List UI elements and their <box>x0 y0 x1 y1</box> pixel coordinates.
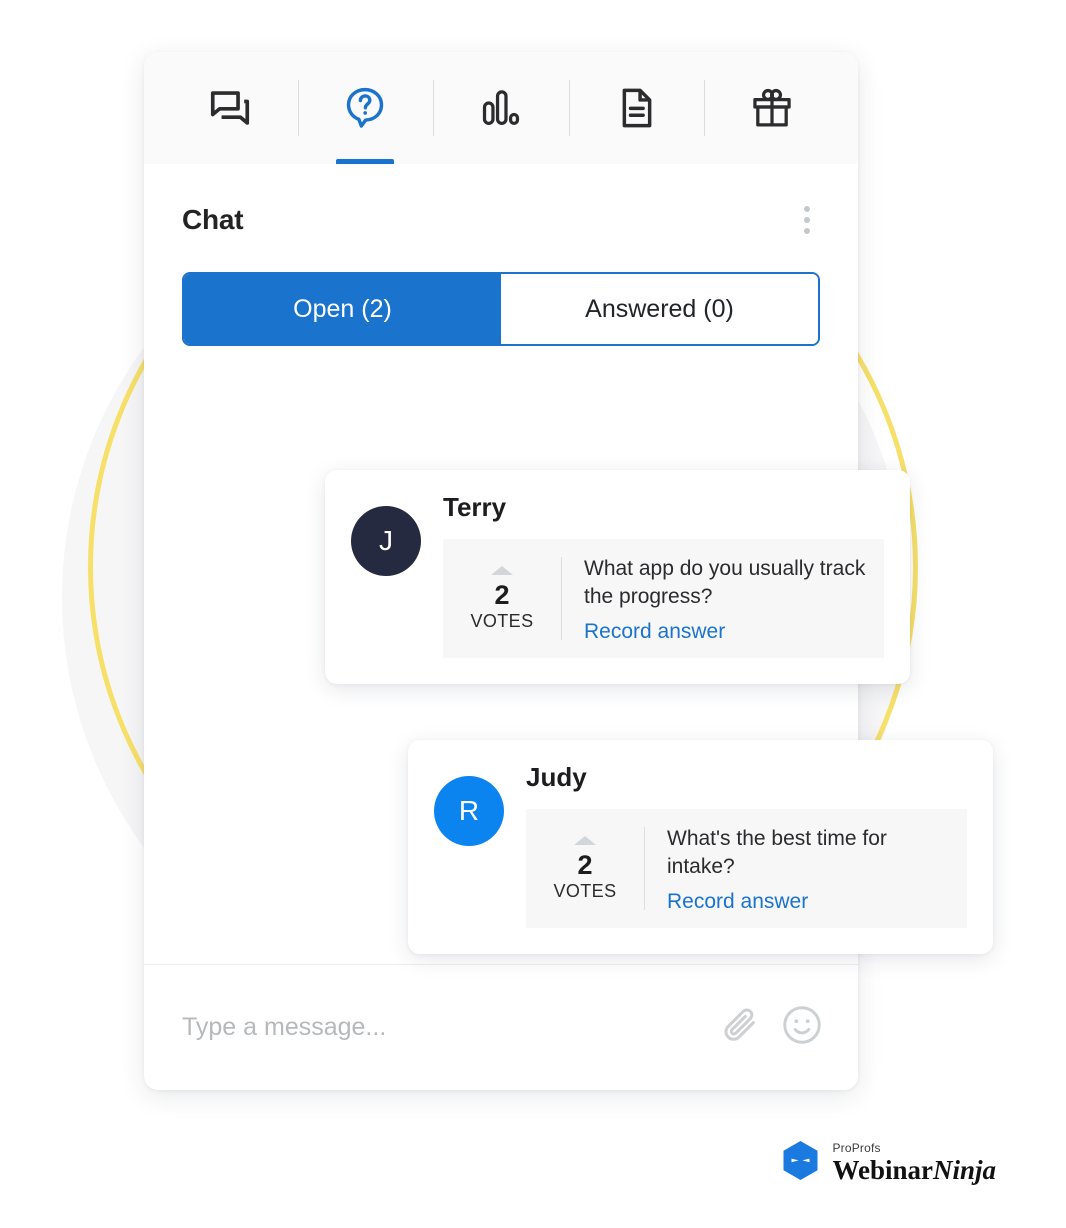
vote-label: VOTES <box>470 610 534 631</box>
tab-active-underline <box>336 159 395 164</box>
question-row: 2 VOTES What app do you usually track th… <box>443 539 884 659</box>
kebab-dot <box>804 228 810 234</box>
message-input[interactable] <box>182 1013 702 1042</box>
filter-open-button[interactable]: Open (2) <box>184 274 501 344</box>
question-card: J Terry 2 VOTES What app do you usually … <box>325 470 910 685</box>
logo-name-regular: Webinar <box>832 1155 933 1185</box>
record-answer-link[interactable]: Record answer <box>584 620 725 644</box>
forum-icon <box>207 85 253 131</box>
vote-control: 2 VOTES <box>526 823 644 914</box>
upvote-arrow-icon[interactable] <box>574 835 596 845</box>
document-icon <box>614 85 660 131</box>
kebab-dot <box>804 217 810 223</box>
logo-name-italic: Ninja <box>932 1155 996 1185</box>
question-text: What's the best time for intake? <box>667 827 887 878</box>
question-author-name: Terry <box>443 492 507 522</box>
tab-chat[interactable] <box>162 52 298 164</box>
question-bubble-icon <box>342 85 388 131</box>
logo-subtitle: ProProfs <box>832 1141 881 1155</box>
vote-count: 2 <box>494 579 510 610</box>
kebab-menu-icon[interactable] <box>794 198 820 242</box>
panel-toolbar <box>144 52 858 164</box>
record-answer-link[interactable]: Record answer <box>667 890 808 914</box>
logo-name: WebinarNinja <box>832 1157 996 1184</box>
upvote-arrow-icon[interactable] <box>491 565 513 575</box>
question-row: 2 VOTES What's the best time for intake?… <box>526 809 967 929</box>
question-author-name: Judy <box>526 762 587 792</box>
ninja-hexagon-icon <box>782 1140 819 1186</box>
chat-panel: Chat Open (2) Answered (0) J Terry 2 VOT… <box>144 52 993 1090</box>
question-text: What app do you usually track the progre… <box>584 557 866 608</box>
tab-offers[interactable] <box>704 52 840 164</box>
avatar: R <box>434 776 504 846</box>
filter-answered-button[interactable]: Answered (0) <box>501 274 818 344</box>
gift-icon <box>749 85 795 131</box>
avatar: J <box>351 506 421 576</box>
tab-handouts[interactable] <box>568 52 705 164</box>
message-composer <box>144 964 858 1090</box>
smiley-icon[interactable] <box>780 1003 824 1052</box>
kebab-dot <box>804 206 810 212</box>
vote-label: VOTES <box>553 880 617 901</box>
vote-count: 2 <box>577 849 593 880</box>
question-list: J Terry 2 VOTES What app do you usually … <box>144 346 993 964</box>
chat-header: Chat <box>144 164 858 242</box>
question-card: R Judy 2 VOTES What's the best time for … <box>408 740 993 955</box>
page-title: Chat <box>182 204 244 235</box>
vote-control: 2 VOTES <box>443 553 561 644</box>
paperclip-icon[interactable] <box>720 1004 762 1051</box>
question-filter-toggle: Open (2) Answered (0) <box>182 272 820 346</box>
poll-bars-icon <box>478 85 524 131</box>
tab-questions[interactable] <box>297 52 434 164</box>
brand-logo: ProProfs WebinarNinja <box>782 1140 996 1186</box>
tab-polls[interactable] <box>433 52 569 164</box>
